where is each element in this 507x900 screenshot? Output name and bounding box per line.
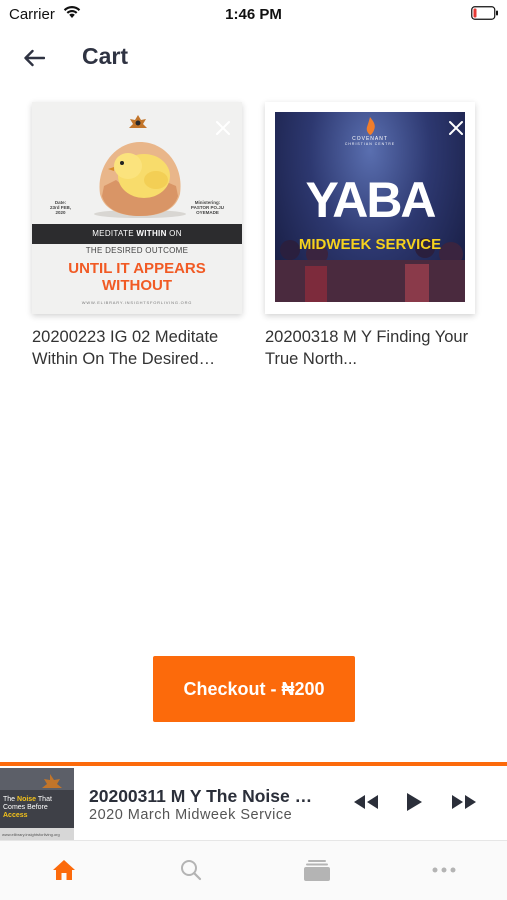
sermon-artwork: Date: 23rd FEB, 2020 Ministering: PASTOR… (32, 102, 242, 314)
artwork-date: Date: 23rd FEB, 2020 (50, 200, 72, 215)
page-title: Cart (82, 43, 129, 69)
fast-forward-icon (452, 795, 476, 809)
player-subtitle: 2020 March Midweek Service (89, 807, 293, 823)
chick-egg-image (94, 142, 186, 218)
tab-home[interactable] (49, 855, 79, 885)
home-icon (53, 860, 75, 880)
arrow-left-icon (24, 49, 45, 67)
player-artwork-footer: www.elibrary.insightsforliving.org (2, 832, 60, 837)
player-artwork-text: The Noise That Comes Before Access (3, 796, 52, 819)
back-button[interactable] (18, 42, 50, 74)
artwork-band: MEDITATE WITHIN ON (32, 224, 242, 244)
status-time: 1:46 PM (225, 6, 282, 23)
remove-item-button[interactable] (214, 119, 232, 137)
play-button[interactable] (402, 790, 426, 814)
rewind-button[interactable] (350, 790, 382, 814)
player-artwork: www.elibrary.insightsforliving.org The N… (0, 768, 74, 840)
tab-more[interactable] (429, 855, 459, 885)
search-icon (181, 860, 202, 881)
artwork-organisation: COVENANT CHRISTIAN CENTRE (344, 136, 396, 146)
cart-item-title: 20200223 IG 02 Meditate Within On The De… (32, 328, 219, 368)
cart-item[interactable]: Date: 23rd FEB, 2020 Ministering: PASTOR… (32, 102, 242, 370)
cart-item-title: 20200318 M Y Finding Your True North... (265, 328, 469, 368)
header: Cart (0, 36, 507, 80)
tab-search[interactable] (176, 855, 206, 885)
play-icon (407, 793, 422, 811)
artwork-minister: Ministering: PASTOR PO.JU OYEMADE (190, 200, 224, 215)
battery-icon (471, 6, 498, 20)
remove-item-button[interactable] (447, 119, 465, 137)
player-title: 20200311 M Y The Noise That Comes Before… (89, 786, 319, 806)
cart-item-thumbnail[interactable]: Date: 23rd FEB, 2020 Ministering: PASTOR… (32, 102, 242, 314)
tab-library[interactable] (302, 855, 332, 885)
status-bar: Carrier 1:46 PM (0, 0, 507, 28)
rewind-icon (354, 795, 378, 809)
fast-forward-button[interactable] (448, 790, 480, 814)
flame-logo-icon (366, 117, 375, 135)
cart-item[interactable]: COVENANT CHRISTIAN CENTRE YABA MIDWEEK S… (265, 102, 475, 370)
mini-player[interactable]: www.elibrary.insightsforliving.org The N… (0, 766, 507, 840)
tab-bar (0, 840, 507, 900)
sermon-artwork: COVENANT CHRISTIAN CENTRE YABA MIDWEEK S… (265, 102, 475, 314)
church-logo-icon (129, 115, 147, 128)
artwork-subline: THE DESIRED OUTCOME (85, 246, 189, 255)
artwork-subheadline: MIDWEEK SERVICE (298, 236, 442, 253)
artwork-headline: UNTIL IT APPEARS WITHOUT (68, 260, 206, 294)
more-icon (432, 867, 456, 873)
artwork-footer: WWW.ELIBRARY.INSIGHTSFORLIVING.ORG (81, 300, 193, 305)
library-icon (304, 860, 330, 881)
artwork-headline: YABA (305, 172, 436, 228)
cart-item-thumbnail[interactable]: COVENANT CHRISTIAN CENTRE YABA MIDWEEK S… (265, 102, 475, 314)
checkout-button[interactable]: Checkout - ₦200 (153, 656, 355, 722)
